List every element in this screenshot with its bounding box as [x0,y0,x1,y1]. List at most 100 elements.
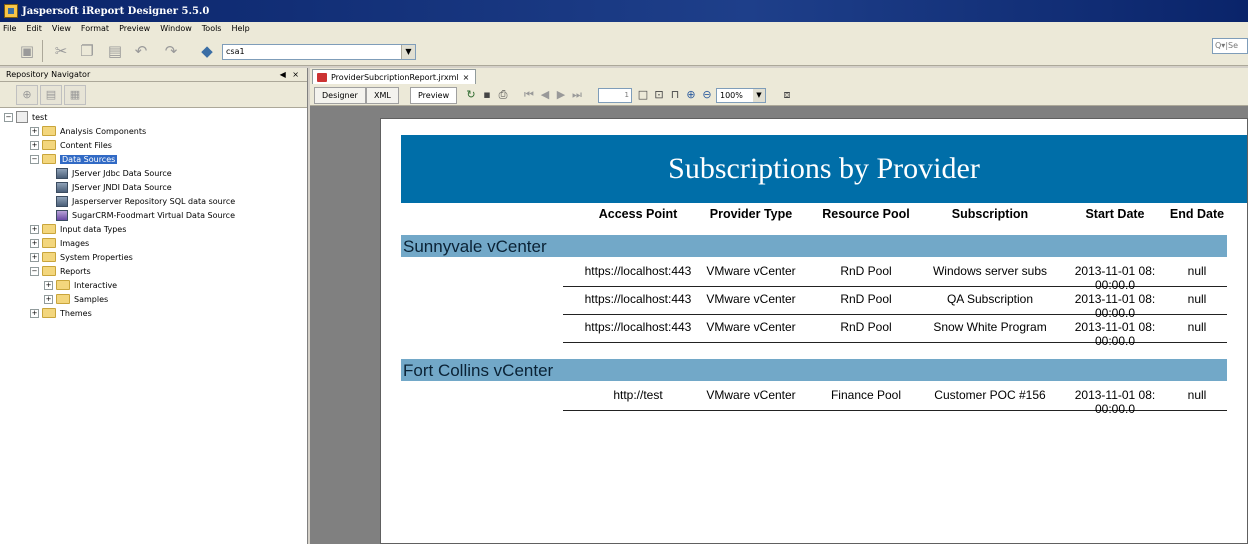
tree-node-ds-virtual[interactable]: SugarCRM-Foodmart Virtual Data Source [0,208,306,222]
preview-area: Subscriptions by Provider Access Point P… [312,108,1248,544]
zoom-select[interactable]: 100% ▼ [716,88,766,103]
delete-icon[interactable]: ▦ [64,84,86,105]
tree-node-input[interactable]: + Input data Types [0,222,306,236]
zoom-in-icon[interactable]: ⊕ [684,88,698,102]
cell-subscription: Snow White Program [933,320,1047,334]
expand-icon[interactable]: + [30,238,39,248]
tab-xml[interactable]: XML [366,87,399,104]
cell-start-date: 2013-11-01 08: 00:00.0 [1063,388,1167,416]
expand-icon[interactable]: + [30,252,39,262]
menu-edit[interactable]: Edit [26,24,42,33]
undo-icon[interactable]: ↶ [130,40,152,62]
repository-toolbar: ⊕ ▤ ▦ [0,82,307,108]
tab-designer[interactable]: Designer [314,87,366,104]
tree-node-themes[interactable]: + Themes [0,306,306,320]
collapse-icon[interactable]: − [4,112,13,122]
collapse-icon[interactable]: − [30,266,39,276]
cell-end-date: null [1187,264,1207,278]
tree-label: JServer JNDI Data Source [72,182,172,192]
panel-header: Repository Navigator ◀ × [0,68,307,82]
first-page-icon[interactable]: ⏮ [522,88,536,102]
tree-node-images[interactable]: + Images [0,236,306,250]
table-row: https://localhost:443 VMware vCenter RnD… [563,259,1227,292]
expand-icon[interactable]: + [30,224,39,234]
tree-label: Interactive [74,280,118,290]
group-header: Sunnyvale vCenter [401,235,1227,257]
chevron-down-icon[interactable]: ▼ [753,89,765,102]
panel-controls[interactable]: ◀ × [280,70,301,79]
refresh-icon[interactable]: ↻ [464,88,478,102]
export-icon[interactable]: ⧈ [780,88,794,102]
tree-node-content[interactable]: + Content Files [0,138,306,152]
collapse-icon[interactable]: − [30,154,39,164]
menu-tools[interactable]: Tools [202,24,222,33]
zoom-out-icon[interactable]: ⊖ [700,88,714,102]
server-connection-icon[interactable]: ◆ [196,40,218,62]
menu-view[interactable]: View [52,24,71,33]
add-server-icon[interactable]: ⊕ [16,84,38,105]
folder-icon [56,294,70,304]
fit-page-icon[interactable]: ⊡ [652,88,666,102]
tree-node-ds-jdbc[interactable]: JServer Jdbc Data Source [0,166,306,180]
last-page-icon[interactable]: ⏭ [570,88,584,102]
search-input[interactable]: Q▾|Se [1212,38,1248,54]
window-title-bar: Jaspersoft iReport Designer 5.5.0 [0,0,1248,22]
server-select[interactable]: csa1 ▼ [222,44,416,60]
redo-icon[interactable]: ↷ [160,40,182,62]
print-icon[interactable]: ⎙ [496,88,510,102]
column-header-resource-pool: Resource Pool [822,207,910,221]
save-icon[interactable]: ▪ [480,88,494,102]
tree-node-root[interactable]: − test [0,110,306,124]
tree-node-sysprops[interactable]: + System Properties [0,250,306,264]
menu-format[interactable]: Format [81,24,109,33]
tree-node-analysis[interactable]: + Analysis Components [0,124,306,138]
cell-subscription: Customer POC #156 [934,388,1046,402]
next-page-icon[interactable]: ▶ [554,88,568,102]
chevron-down-icon[interactable]: ▼ [401,45,415,59]
start-date-line1: 2013-11-01 08: [1074,388,1156,402]
save-icon[interactable]: ▣ [16,40,38,62]
fit-width-icon[interactable]: ⊓ [668,88,682,102]
copy-icon[interactable]: ❐ [76,40,98,62]
tree-node-ds-sql[interactable]: Jasperserver Repository SQL data source [0,194,306,208]
folder-icon [42,154,56,164]
menu-preview[interactable]: Preview [119,24,150,33]
cell-provider-type: VMware vCenter [706,320,796,334]
tree-node-datasources[interactable]: − Data Sources [0,152,306,166]
prev-page-icon[interactable]: ◀ [538,88,552,102]
tree-label: System Properties [60,252,133,262]
tree-node-reports[interactable]: − Reports [0,264,306,278]
tree-label: Themes [60,308,92,318]
tab-preview[interactable]: Preview [410,87,458,104]
tree-node-interactive[interactable]: + Interactive [0,278,306,292]
tree-node-samples[interactable]: + Samples [0,292,306,306]
column-header-subscription: Subscription [951,207,1029,221]
expand-icon[interactable]: + [44,280,53,290]
paste-icon[interactable]: ▤ [104,40,126,62]
close-icon[interactable]: × [463,73,470,82]
expand-icon[interactable]: + [44,294,53,304]
cut-icon[interactable]: ✂ [50,40,72,62]
page-number-input[interactable]: 1 [598,88,632,103]
actual-size-icon[interactable]: □ [636,88,650,102]
tree-node-ds-jndi[interactable]: JServer JNDI Data Source [0,180,306,194]
cell-resource-pool: RnD Pool [840,292,892,306]
tree-label: Analysis Components [60,126,147,136]
expand-icon[interactable]: + [30,308,39,318]
menu-window[interactable]: Window [160,24,192,33]
cell-access-point: https://localhost:443 [584,292,692,306]
menu-help[interactable]: Help [231,24,249,33]
tree-label: test [32,112,48,122]
datasource-icon [56,167,68,179]
menu-file[interactable]: File [3,24,16,33]
folder-icon [42,140,56,150]
expand-icon[interactable]: + [30,126,39,136]
edit-icon[interactable]: ▤ [40,84,62,105]
column-header-start-date: Start Date [1085,207,1145,221]
document-tab[interactable]: ProviderSubcriptionReport.jrxml × [312,69,477,84]
tree-label: SugarCRM-Foodmart Virtual Data Source [72,210,236,220]
tree-label: Images [60,238,90,248]
expand-icon[interactable]: + [30,140,39,150]
virtual-datasource-icon [56,209,68,221]
cell-access-point: http://test [613,388,663,402]
